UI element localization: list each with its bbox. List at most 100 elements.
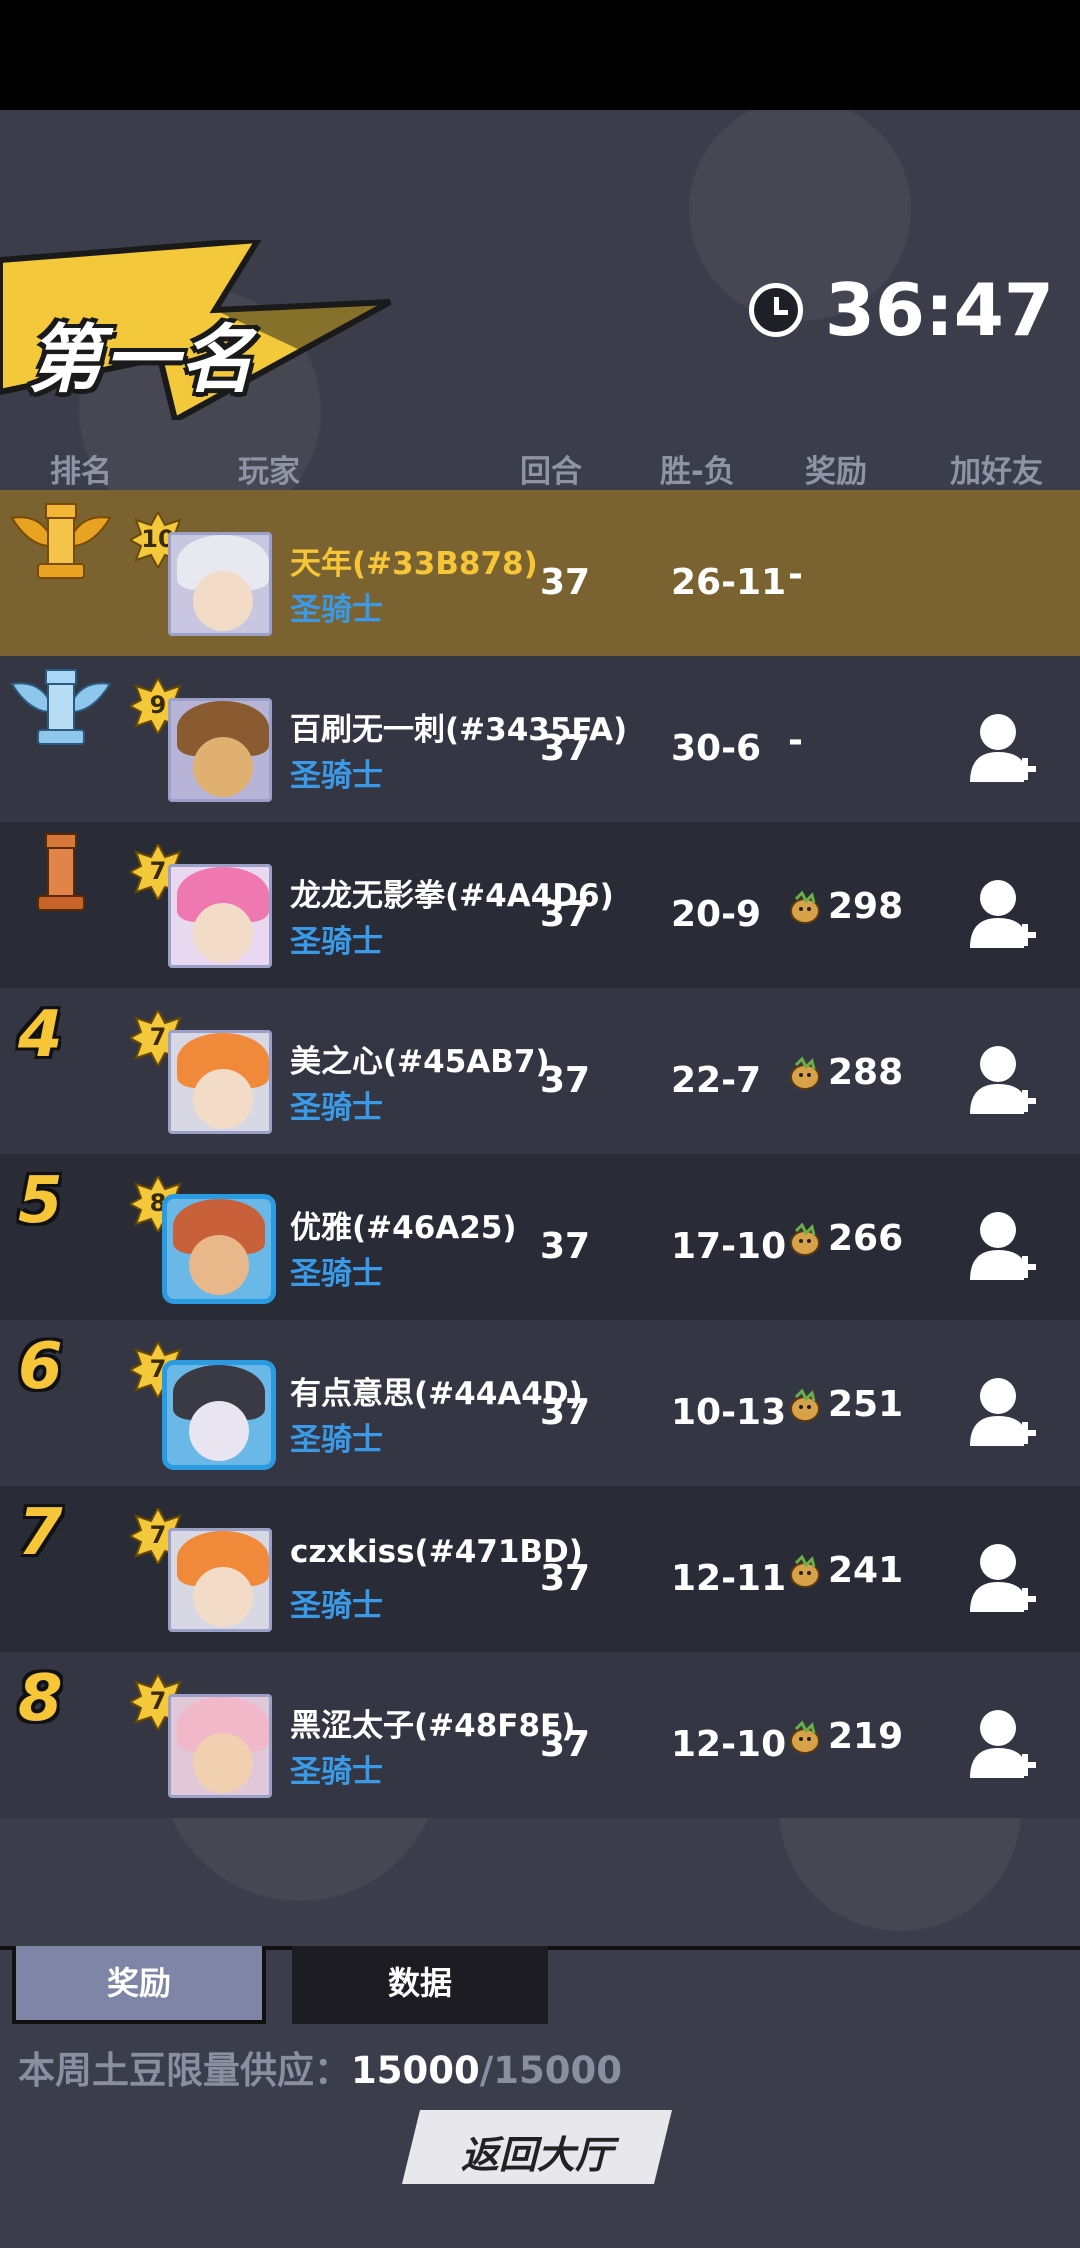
rank-banner: 第一名: [0, 240, 400, 420]
player-class: 圣骑士: [290, 1090, 383, 1126]
player-class: 圣骑士: [290, 592, 383, 628]
winloss-value: 17-10: [671, 1226, 787, 1267]
reward-amount: 251: [828, 1384, 904, 1425]
rounds-value: 37: [540, 1392, 591, 1433]
add-friend-icon[interactable]: [968, 1542, 1038, 1616]
player-name: 黑涩太子(#48F8F): [290, 1708, 576, 1744]
game-screen: 第一名 36:47 排名 玩家 回合 胜-负 奖励 加好友 10 天年(#33B…: [0, 110, 1080, 2248]
add-friend-icon[interactable]: [968, 878, 1038, 952]
reward-amount: 266: [828, 1218, 904, 1259]
header-winloss: 胜-负: [660, 454, 735, 490]
supply-current: 15000: [351, 2049, 480, 2092]
rounds-value: 37: [540, 894, 591, 935]
back-to-lobby-button[interactable]: 返回大厅: [402, 2110, 672, 2184]
winloss-value: 22-7: [671, 1060, 762, 1101]
avatar[interactable]: [168, 1528, 272, 1632]
tab-reward[interactable]: 奖励: [12, 1946, 266, 2024]
table-row[interactable]: 6 7 有点意思(#44A4D) 圣骑士 37 10-13 251: [0, 1320, 1080, 1486]
back-button-label: 返回大厅: [460, 2133, 613, 2177]
avatar[interactable]: [162, 1360, 276, 1470]
winloss-value: 26-11: [671, 562, 787, 603]
player-name: czxkiss(#471BD): [290, 1534, 583, 1570]
add-friend-icon[interactable]: [968, 1210, 1038, 1284]
add-friend-icon[interactable]: [968, 1376, 1038, 1450]
winloss-value: 20-9: [671, 894, 762, 935]
reward-amount: 241: [828, 1550, 904, 1591]
player-class: 圣骑士: [290, 1256, 383, 1292]
rounds-value: 37: [540, 1060, 591, 1101]
rounds-value: 37: [540, 562, 591, 603]
reward-value: 219: [788, 1716, 903, 1757]
reward-amount: 219: [828, 1716, 904, 1757]
winloss-value: 10-13: [671, 1392, 787, 1433]
add-friend-icon[interactable]: [968, 1708, 1038, 1782]
banner-title: 第一名: [28, 317, 256, 403]
add-friend-icon[interactable]: [968, 1044, 1038, 1118]
player-name: 有点意思(#44A4D): [290, 1376, 583, 1412]
rank-number: 5: [18, 1164, 63, 1238]
potato-coin-icon: [790, 1221, 820, 1256]
rounds-value: 37: [540, 728, 591, 769]
header-player: 玩家: [238, 454, 300, 490]
header-add-friend: 加好友: [950, 454, 1043, 490]
tab-data[interactable]: 数据: [292, 1946, 548, 2024]
rounds-value: 37: [540, 1226, 591, 1267]
match-timer: 36:47: [748, 268, 1054, 352]
table-row[interactable]: 7 龙龙无影拳(#4A4D6) 圣骑士 37 20-9 298: [0, 822, 1080, 988]
rounds-value: 37: [540, 1724, 591, 1765]
winloss-value: 12-10: [671, 1724, 787, 1765]
potato-coin-icon: [790, 889, 820, 924]
reward-value: 288: [788, 1052, 903, 1093]
winloss-value: 12-11: [671, 1558, 787, 1599]
avatar[interactable]: [168, 1030, 272, 1134]
potato-coin-icon: [790, 1553, 820, 1588]
reward-amount: -: [788, 720, 803, 761]
avatar[interactable]: [168, 698, 272, 802]
rank-number: 4: [18, 998, 63, 1072]
player-class: 圣骑士: [290, 1588, 383, 1624]
supply-label: 本周土豆限量供应：: [18, 2049, 351, 2092]
table-row[interactable]: 5 8 优雅(#46A25) 圣骑士 37 17-10 266: [0, 1154, 1080, 1320]
add-friend-icon[interactable]: [968, 712, 1038, 786]
player-class: 圣骑士: [290, 758, 383, 794]
potato-coin-icon: [790, 1719, 820, 1754]
player-name: 美之心(#45AB7): [290, 1044, 550, 1080]
avatar[interactable]: [168, 864, 272, 968]
reward-amount: 288: [828, 1052, 904, 1093]
reward-value: -: [788, 720, 803, 761]
timer-text: 36:47: [824, 268, 1054, 352]
header-rounds: 回合: [520, 454, 582, 490]
reward-value: -: [788, 554, 803, 595]
table-row[interactable]: 7 7 czxkiss(#471BD) 圣骑士 37 12-11 241: [0, 1486, 1080, 1652]
header-rank: 排名: [50, 454, 112, 490]
clock-icon: [748, 283, 803, 337]
reward-value: 251: [788, 1384, 903, 1425]
reward-value: 298: [788, 886, 903, 927]
player-class: 圣骑士: [290, 924, 383, 960]
table-row[interactable]: 8 7 黑涩太子(#48F8F) 圣骑士 37 12-10 219: [0, 1652, 1080, 1818]
potato-coin-icon: [790, 1387, 820, 1422]
player-name: 天年(#33B878): [290, 546, 538, 582]
table-row[interactable]: 9 百刷无一刺(#3435FA) 圣骑士 37 30-6 -: [0, 656, 1080, 822]
potato-coin-icon: [790, 1055, 820, 1090]
rounds-value: 37: [540, 1558, 591, 1599]
avatar[interactable]: [168, 532, 272, 636]
table-row[interactable]: 4 7 美之心(#45AB7) 圣骑士 37 22-7 288: [0, 988, 1080, 1154]
reward-amount: -: [788, 554, 803, 595]
header-reward: 奖励: [805, 454, 867, 490]
rank-number: 7: [18, 1496, 63, 1570]
reward-value: 241: [788, 1550, 903, 1591]
reward-amount: 298: [828, 886, 904, 927]
avatar[interactable]: [168, 1694, 272, 1798]
potato-supply: 本周土豆限量供应：15000/15000: [18, 2040, 622, 2094]
player-class: 圣骑士: [290, 1754, 383, 1790]
table-header: 排名 玩家 回合 胜-负 奖励 加好友: [0, 440, 1080, 490]
avatar[interactable]: [162, 1194, 276, 1304]
rank-number: 8: [18, 1662, 63, 1736]
table-row[interactable]: 10 天年(#33B878) 圣骑士 37 26-11 -: [0, 490, 1080, 656]
gold-trophy-icon: [10, 503, 112, 579]
supply-total: /15000: [479, 2049, 622, 2092]
reward-value: 266: [788, 1218, 903, 1259]
silver-trophy-icon: [10, 669, 112, 745]
player-name: 优雅(#46A25): [290, 1210, 517, 1246]
